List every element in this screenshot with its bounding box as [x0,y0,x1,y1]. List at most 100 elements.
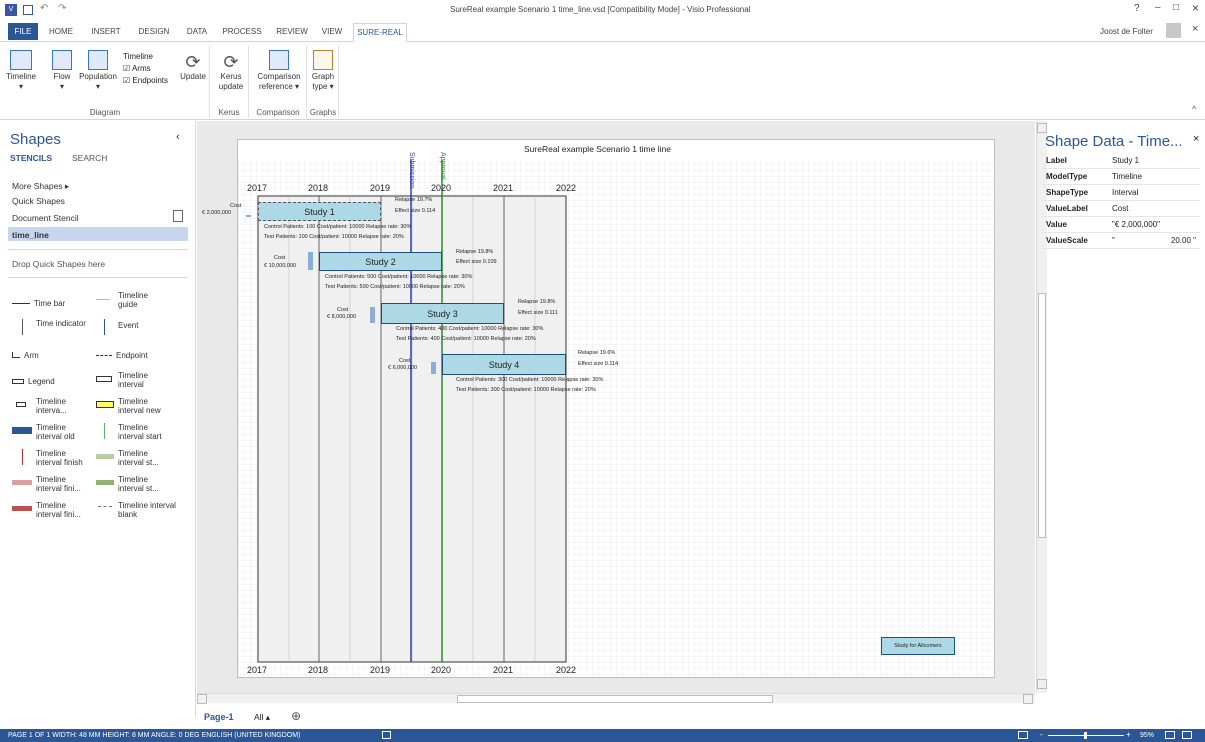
timeline-button[interactable]: Timeline ▾ [4,50,38,92]
tab-process[interactable]: PROCESS [218,23,266,40]
population-button[interactable]: Population ▾ [76,50,120,92]
collapse-shapes-button[interactable]: ‹ [176,131,180,143]
valuelabel-field[interactable]: Cost [1108,201,1200,216]
scroll-up-arrow[interactable] [1037,123,1047,133]
valuescale-field[interactable]: " [1108,233,1148,248]
tab-review[interactable]: REVIEW [272,23,312,40]
tab-home[interactable]: HOME [44,23,78,40]
user-name[interactable]: Joost de Folter [1100,27,1153,36]
scroll-left-arrow[interactable] [197,694,207,704]
study-1-cost: € 2,000,000 [202,210,232,216]
stencil-timeline-interval[interactable]: Timeline interval [96,371,168,389]
stencil-event[interactable]: Event [96,319,138,335]
stencil-time-indicator[interactable]: Time indicator [12,319,86,335]
shapetype-field[interactable]: Interval [1108,185,1200,200]
tab-design[interactable]: DESIGN [134,23,174,40]
shape-data-panel: Shape Data - Time... × Label Study 1 Mode… [1036,121,1205,693]
study-1-box[interactable]: Study 1 [258,202,381,221]
zoom-slider-thumb[interactable] [1084,732,1087,739]
stencil-timeline-interval-finish[interactable]: Timeline interval finish [12,449,90,467]
minimize-button[interactable]: – [1155,2,1161,13]
submission-label[interactable]: Submission [408,152,415,188]
study-1-cost-label: Cost [230,203,242,209]
collapse-ribbon-button[interactable]: ^ [1192,104,1196,114]
user-close-icon[interactable]: × [1192,23,1198,35]
save-icon[interactable] [23,5,33,15]
zoom-level[interactable]: 95% [1140,732,1154,739]
comparison-reference-button[interactable]: Comparison reference ▾ [250,50,308,92]
value-field[interactable]: "€ 2,000,000" [1108,217,1200,232]
document-stencil-link[interactable]: Document Stencil [12,213,79,223]
tab-data[interactable]: DATA [182,23,212,40]
stencil-arm[interactable]: Arm [12,351,39,360]
zoom-in-button[interactable]: + [1126,730,1131,739]
switch-windows-icon[interactable] [1182,731,1192,739]
title-bar: V ↶ ↷ SureReal example Scenario 1 time_l… [0,0,1205,20]
scroll-right-arrow[interactable] [1023,694,1033,704]
visio-app-icon[interactable]: V [5,4,17,16]
stencil-timeline-interval-old[interactable]: Timeline interval old [12,423,88,441]
tab-file[interactable]: FILE [8,23,38,40]
study-3-box[interactable]: Study 3 [381,303,504,324]
drawing-page[interactable]: SureReal example Scenario 1 time line Su… [202,139,996,679]
stencil-timeline-interval-finish-2[interactable]: Timeline interval fini... [12,475,90,493]
avatar[interactable] [1166,23,1181,38]
tab-view[interactable]: VIEW [316,23,348,40]
stencil-timeline-interval-new[interactable]: Timeline interval new [96,397,170,415]
flow-button[interactable]: Flow ▾ [48,50,76,92]
add-page-button[interactable]: ⊕ [291,709,301,723]
more-shapes-link[interactable]: More Shapes ▸ [12,181,69,192]
arms-checkbox[interactable]: ☑ Arms [123,64,151,73]
help-button[interactable]: ? [1134,3,1140,14]
stencil-timeline-interval-start-2[interactable]: Timeline interval st... [96,449,170,467]
update-button[interactable]: ⟳ Update [176,52,210,82]
event-icon [104,319,105,335]
ribbon: Timeline ▾ Flow ▾ Population ▾ Timeline ☑ A… [0,42,1205,120]
study-2-box[interactable]: Study 2 [319,252,442,271]
stencil-timeline-interval-start[interactable]: Timeline interval start [96,423,170,441]
close-button[interactable]: × [1192,1,1199,15]
graph-type-button[interactable]: Graph type ▾ [308,50,338,92]
tab-sure-real[interactable]: SURE-REAL [353,23,407,42]
modeltype-field[interactable]: Timeline [1108,169,1200,184]
tab-stencils[interactable]: STENCILS [10,153,52,163]
redo-icon[interactable]: ↷ [58,3,66,14]
presentation-mode-icon[interactable] [1018,731,1028,739]
stencil-timeline-interval-finish-3[interactable]: Timeline interval fini... [12,501,90,519]
stencil-timeline-interval-small[interactable]: Timeline interva... [12,397,88,415]
page-tab-1[interactable]: Page-1 [204,712,234,722]
stencil-timeline-interval-blank[interactable]: Timeline interval blank [96,501,178,519]
study-1-control: Control Patients: 100 Cost/patient: 1000… [264,224,412,230]
tab-search[interactable]: SEARCH [72,153,107,163]
all-pages-button[interactable]: All ▴ [254,712,270,723]
stencil-timeline-guide[interactable]: Timeline guide [96,291,176,309]
vertical-scroll-thumb[interactable] [1038,293,1046,538]
stencil-icon[interactable] [173,210,183,222]
zoom-out-button[interactable]: - [1040,730,1043,739]
valuescale-amount[interactable]: 20.00 " [1148,233,1200,248]
window-title: SureReal example Scenario 1 time_line.vs… [450,5,751,14]
diagram-title[interactable]: SureReal example Scenario 1 time line [524,144,671,154]
kerus-update-button[interactable]: ⟳ Kerus update [213,52,249,92]
horizontal-scroll-thumb[interactable] [457,695,773,703]
tab-insert[interactable]: INSERT [86,23,126,40]
fit-page-icon[interactable] [1165,731,1175,739]
restore-button[interactable]: □ [1173,2,1179,13]
horizontal-scrollbar[interactable] [197,693,1035,704]
stencil-legend[interactable]: Legend [12,377,55,386]
scroll-down-arrow[interactable] [1037,679,1047,689]
zoom-slider[interactable] [1048,732,1124,739]
stencil-endpoint[interactable]: Endpoint [96,351,148,360]
study-for-allcomers-box[interactable]: Study for Allcomers [881,637,955,655]
label-field[interactable]: Study 1 [1108,153,1200,168]
stencil-time-bar[interactable]: Time bar [12,299,65,308]
undo-icon[interactable]: ↶ [40,3,48,14]
study-4-box[interactable]: Study 4 [442,354,566,375]
timeline-interval-finish-icon [12,480,32,485]
stencil-timeline-interval-start-3[interactable]: Timeline interval st... [96,475,170,493]
approval-label[interactable]: Approval [439,152,446,180]
macro-record-icon[interactable] [382,731,391,739]
endpoints-checkbox[interactable]: ☑ Endpoints [123,76,168,85]
close-shape-data-button[interactable]: × [1193,133,1199,145]
quick-shapes-link[interactable]: Quick Shapes [12,196,65,206]
